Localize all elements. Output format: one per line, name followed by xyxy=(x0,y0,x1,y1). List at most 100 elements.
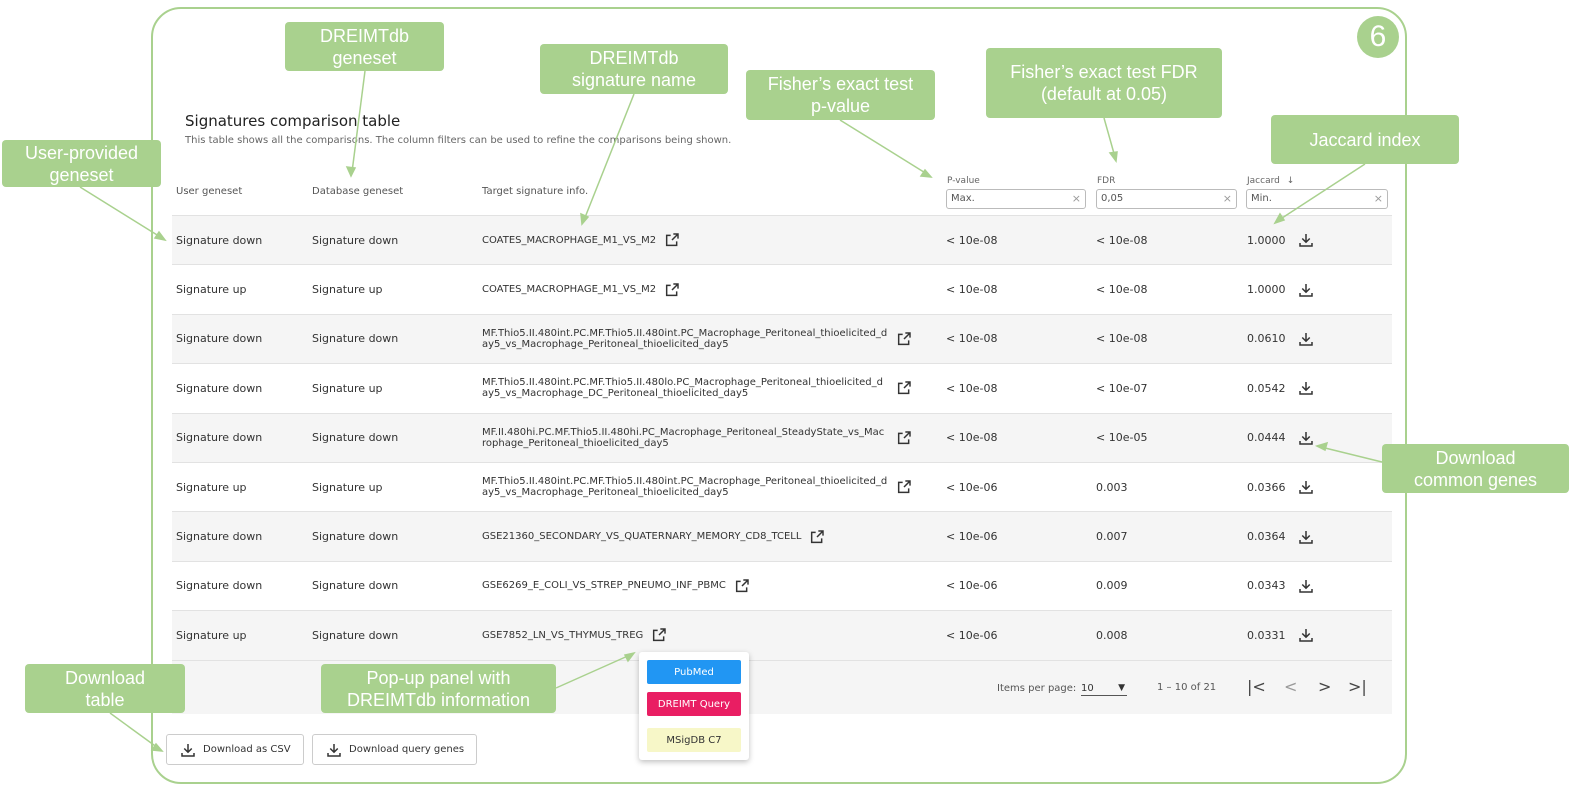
table-row: Signature down Signature down MF.II.480hi.… xyxy=(172,412,1392,462)
download-common-genes-button[interactable] xyxy=(1297,512,1315,560)
cell-pvalue: < 10e-06 xyxy=(946,579,998,593)
header-jaccard-label: Jaccard xyxy=(1247,176,1280,186)
jaccard-filter-input[interactable]: Min. × xyxy=(1246,189,1388,209)
cell-database-geneset: Signature up xyxy=(312,480,383,494)
msigdb-button[interactable]: MSigDB C7 xyxy=(647,728,741,752)
cell-database-geneset: Signature up xyxy=(312,381,383,395)
cell-user-geneset: Signature down xyxy=(176,233,263,247)
cell-fdr: < 10e-07 xyxy=(1096,381,1148,395)
external-link-icon[interactable] xyxy=(734,578,750,594)
cell-database-geneset: Signature down xyxy=(312,431,399,445)
cell-target-signature: MF.II.480hi.PC.MF.Thio5.II.480hi.PC_Macr… xyxy=(482,414,912,462)
cell-pvalue: < 10e-08 xyxy=(946,332,998,346)
next-page-icon[interactable]: > xyxy=(1318,677,1331,696)
header-jaccard[interactable]: Jaccard ↓ xyxy=(1247,176,1294,186)
signature-name: MF.Thio5.II.480int.PC.MF.Thio5.II.480int… xyxy=(482,476,888,499)
download-common-genes-button[interactable] xyxy=(1297,414,1315,462)
callout-fisher-fdr: Fisher’s exact test FDR (default at 0.05… xyxy=(986,48,1222,118)
signature-name: MF.Thio5.II.480int.PC.MF.Thio5.II.480int… xyxy=(482,327,888,350)
external-link-icon[interactable] xyxy=(896,380,912,396)
download-common-genes-button[interactable] xyxy=(1297,265,1315,313)
clear-icon[interactable]: × xyxy=(1374,192,1383,205)
cell-pvalue: < 10e-08 xyxy=(946,431,998,445)
chevron-down-icon: ▼ xyxy=(1118,683,1125,693)
pvalue-filter-input[interactable]: Max. × xyxy=(946,189,1086,209)
download-icon xyxy=(181,743,195,757)
download-icon xyxy=(1297,577,1315,595)
dreimt-query-button[interactable]: DREIMT Query xyxy=(647,692,741,716)
items-per-page-select[interactable]: 10 ▼ xyxy=(1081,683,1127,696)
signature-name: COATES_MACROPHAGE_M1_VS_M2 xyxy=(482,284,657,296)
cell-target-signature: MF.Thio5.II.480int.PC.MF.Thio5.II.480int… xyxy=(482,463,912,511)
header-target-signature: Target signature info. xyxy=(482,186,589,197)
external-link-icon[interactable] xyxy=(896,479,912,495)
cell-user-geneset: Signature down xyxy=(176,579,263,593)
items-per-page-value: 10 xyxy=(1081,683,1094,694)
first-page-icon[interactable]: |< xyxy=(1247,677,1266,696)
download-common-genes-button[interactable] xyxy=(1297,562,1315,610)
cell-jaccard: 0.0610 xyxy=(1247,332,1286,346)
download-csv-button[interactable]: Download as CSV xyxy=(166,734,304,765)
signature-name: GSE21360_SECONDARY_VS_QUATERNARY_MEMORY_… xyxy=(482,531,802,543)
clear-icon[interactable]: × xyxy=(1072,192,1081,205)
download-query-genes-button[interactable]: Download query genes xyxy=(312,734,478,765)
cell-jaccard: 0.0444 xyxy=(1247,431,1286,445)
cell-database-geneset: Signature down xyxy=(312,332,399,346)
download-icon xyxy=(1297,330,1315,348)
external-link-icon[interactable] xyxy=(896,430,912,446)
step-number-badge: 6 xyxy=(1357,16,1399,58)
download-icon xyxy=(1297,379,1315,397)
cell-fdr: < 10e-08 xyxy=(1096,332,1148,346)
pubmed-button[interactable]: PubMed xyxy=(647,660,741,684)
download-common-genes-button[interactable] xyxy=(1297,315,1315,363)
cell-user-geneset: Signature down xyxy=(176,431,263,445)
cell-database-geneset: Signature down xyxy=(312,530,399,544)
sort-arrow-icon[interactable]: ↓ xyxy=(1287,176,1295,186)
download-icon xyxy=(1297,528,1315,546)
download-common-genes-button[interactable] xyxy=(1297,364,1315,412)
external-link-icon[interactable] xyxy=(651,627,667,643)
cell-user-geneset: Signature up xyxy=(176,283,247,297)
header-pvalue[interactable]: P-value xyxy=(947,176,980,186)
external-link-icon[interactable] xyxy=(809,529,825,545)
download-query-genes-label: Download query genes xyxy=(349,744,465,755)
external-link-icon[interactable] xyxy=(896,331,912,347)
cell-user-geneset: Signature down xyxy=(176,381,263,395)
external-link-icon[interactable] xyxy=(664,282,680,298)
cell-fdr: < 10e-08 xyxy=(1096,233,1148,247)
cell-jaccard: 0.0331 xyxy=(1247,628,1286,642)
callout-download-table: Download table xyxy=(25,664,185,713)
download-icon xyxy=(1297,429,1315,447)
download-common-genes-button[interactable] xyxy=(1297,611,1315,659)
fdr-filter-input[interactable]: 0,05 × xyxy=(1096,189,1237,209)
cell-jaccard: 0.0343 xyxy=(1247,579,1286,593)
cell-jaccard: 0.0364 xyxy=(1247,530,1286,544)
cell-user-geneset: Signature up xyxy=(176,628,247,642)
comparison-table: Signature down Signature down COATES_MACRO… xyxy=(172,215,1392,660)
external-link-icon[interactable] xyxy=(664,232,680,248)
previous-page-icon[interactable]: < xyxy=(1284,677,1297,696)
download-icon xyxy=(1297,478,1315,496)
cell-database-geneset: Signature up xyxy=(312,283,383,297)
download-common-genes-button[interactable] xyxy=(1297,463,1315,511)
signature-name: MF.II.480hi.PC.MF.Thio5.II.480hi.PC_Macr… xyxy=(482,426,885,449)
cell-pvalue: < 10e-06 xyxy=(946,480,998,494)
header-fdr[interactable]: FDR xyxy=(1097,176,1115,186)
download-common-genes-button[interactable] xyxy=(1297,216,1315,264)
page-range-label: 1 – 10 of 21 xyxy=(1157,682,1217,693)
clear-icon[interactable]: × xyxy=(1223,192,1232,205)
cell-fdr: < 10e-08 xyxy=(1096,283,1148,297)
cell-jaccard: 1.0000 xyxy=(1247,283,1286,297)
header-user-geneset[interactable]: User geneset xyxy=(176,186,242,197)
signature-name: MF.Thio5.II.480int.PC.MF.Thio5.II.480lo.… xyxy=(482,377,883,400)
last-page-icon[interactable]: >| xyxy=(1348,677,1367,696)
cell-database-geneset: Signature down xyxy=(312,579,399,593)
header-database-geneset[interactable]: Database geneset xyxy=(312,186,403,197)
table-row: Signature up Signature up COATES_MACROPHAG… xyxy=(172,264,1392,313)
callout-signature-name: DREIMTdb signature name xyxy=(540,44,728,94)
table-row: Signature up Signature up MF.Thio5.II.480i… xyxy=(172,461,1392,511)
callout-db-geneset: DREIMTdb geneset xyxy=(285,22,444,71)
cell-pvalue: < 10e-06 xyxy=(946,530,998,544)
cell-target-signature: MF.Thio5.II.480int.PC.MF.Thio5.II.480lo.… xyxy=(482,364,912,412)
table-row: Signature up Signature down GSE7852_LN_VS_… xyxy=(172,610,1392,660)
